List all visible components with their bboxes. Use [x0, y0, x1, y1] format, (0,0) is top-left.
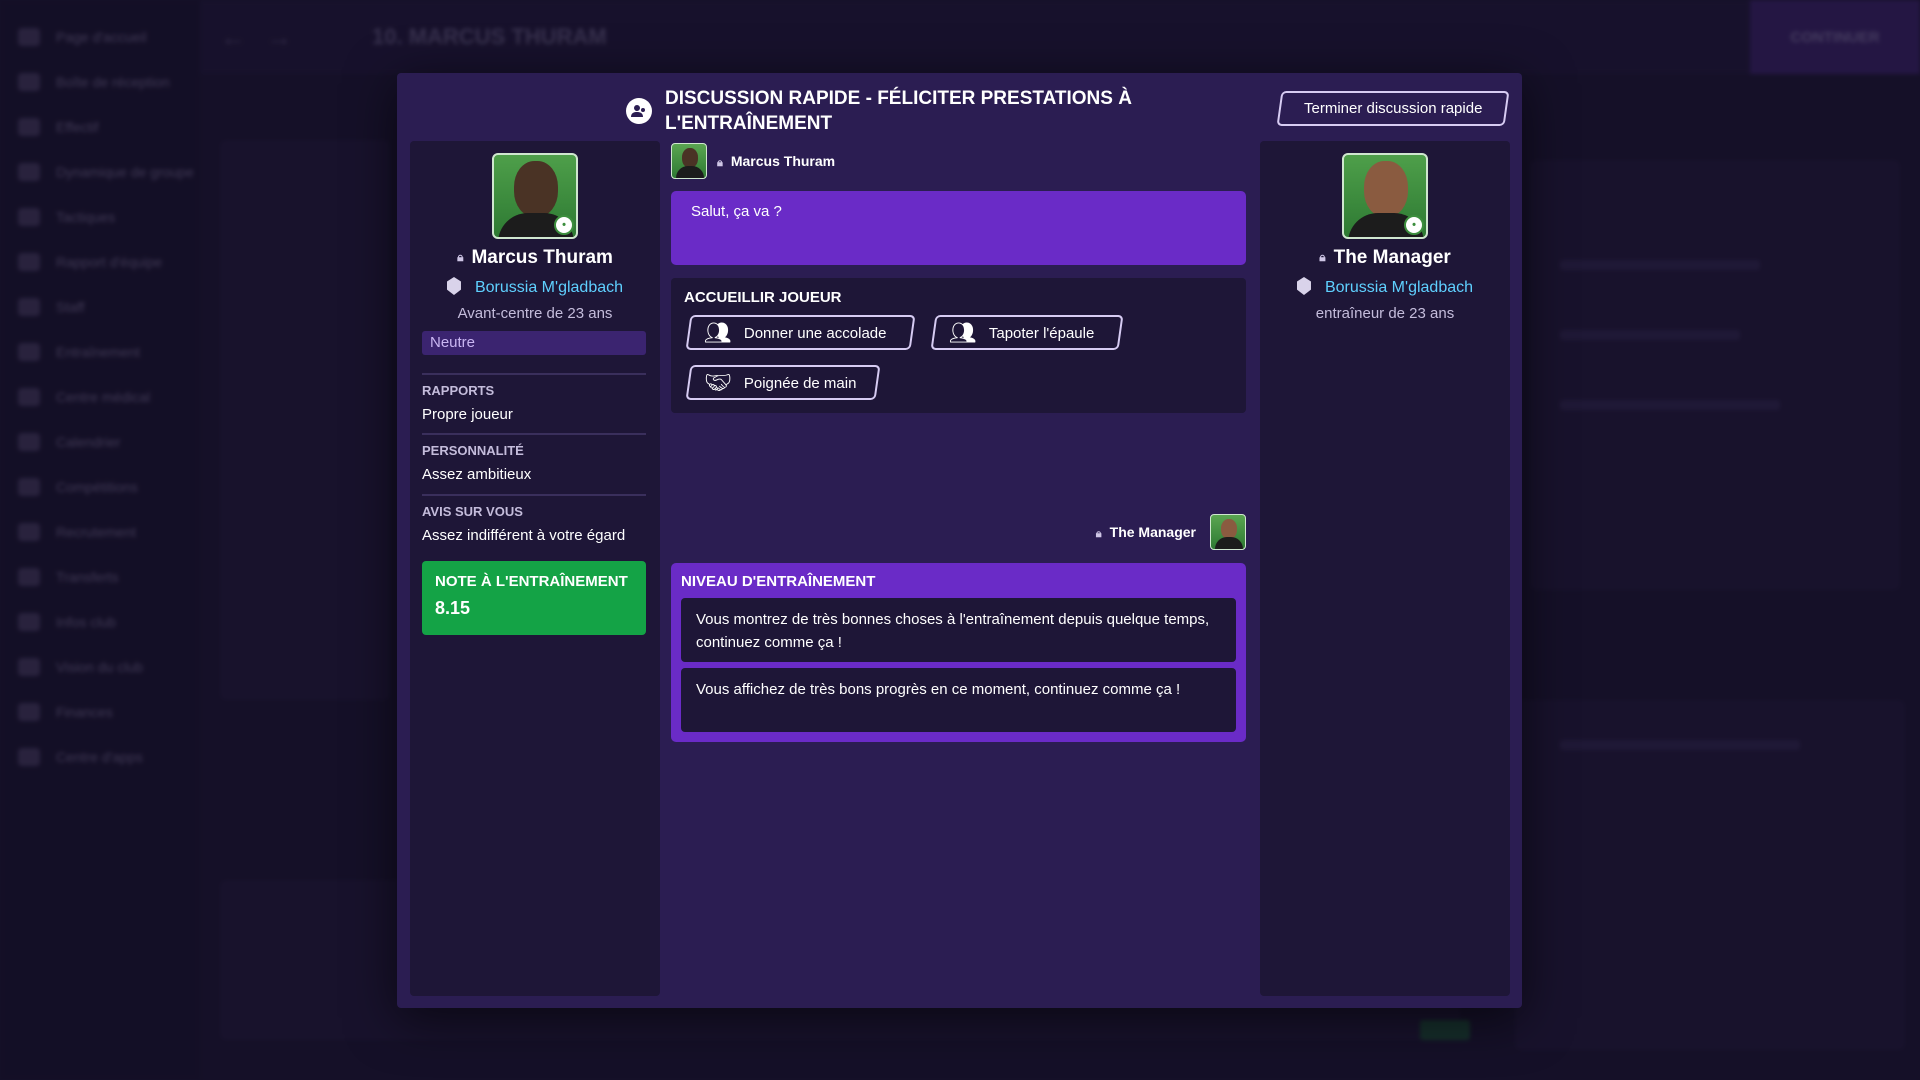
mini-head	[682, 148, 698, 168]
training-rating-label: Note à l'entraînement	[435, 573, 628, 590]
club-crest-icon	[1296, 277, 1311, 295]
player-name-text: Marcus Thuram	[471, 247, 613, 268]
reply-option-2[interactable]: Vous affichez de très bons progrès en ce…	[681, 668, 1236, 732]
option-handshake-inner: 🤝︎ Poignée de main	[690, 369, 876, 395]
lock-icon: 🔒︎	[457, 250, 464, 264]
player-message-header: 🔒︎ Marcus Thuram	[671, 143, 835, 179]
player-club-text: Borussia M'gladbach	[474, 279, 624, 296]
opinion-value: Assez indifférent à votre égard	[422, 527, 626, 544]
option-pat-shoulder-button[interactable]: 👥︎ Tapoter l'épaule	[930, 315, 1124, 350]
options-label: Accueillir joueur	[684, 289, 842, 306]
handshake-icon: 🤝︎	[704, 369, 732, 395]
end-quick-chat-button[interactable]: Terminer discussion rapide	[1276, 91, 1510, 126]
mini-body	[1215, 537, 1243, 549]
modal-header: Discussion rapide - Féliciter prestation…	[397, 73, 1522, 141]
portrait-head	[514, 161, 558, 217]
hug-icon: 👥︎	[704, 319, 732, 345]
pat-shoulder-icon: 👥︎	[949, 319, 977, 345]
training-rating-value: 8.15	[435, 598, 471, 618]
manager-card: • 🔒︎ The Manager Borussia M'gladbach entr…	[1260, 141, 1510, 996]
lock-icon: 🔒︎	[717, 156, 723, 169]
modal-title: Discussion rapide - Féliciter prestation…	[665, 88, 1132, 134]
message-sender-name: Marcus Thuram	[730, 152, 836, 169]
player-name[interactable]: 🔒︎ Marcus Thuram	[410, 247, 660, 269]
option-handshake-button[interactable]: 🤝︎ Poignée de main	[685, 365, 881, 400]
conversation-icon	[626, 98, 652, 124]
option-pat-inner: 👥︎ Tapoter l'épaule	[935, 319, 1119, 345]
player-mini-portrait	[671, 143, 707, 179]
opinion-section: AVIS SUR VOUS Assez indifférent à votre …	[422, 494, 646, 544]
lock-icon: 🔒︎	[1095, 527, 1102, 540]
end-quick-chat-label: Terminer discussion rapide	[1303, 100, 1483, 117]
mini-head	[1221, 519, 1237, 539]
player-status-icon: •	[554, 215, 574, 235]
reply-options-label: Niveau d'entraînement	[681, 573, 876, 590]
reply-option-1[interactable]: Vous montrez de très bonnes choses à l'e…	[681, 598, 1236, 662]
option-hug-label: Donner une accolade	[743, 324, 887, 341]
player-role: Avant-centre de 23 ans	[457, 305, 613, 322]
manager-club-text: Borussia M'gladbach	[1324, 279, 1474, 296]
training-rating-box: Note à l'entraînement 8.15	[422, 561, 646, 635]
option-hug-button[interactable]: 👥︎ Donner une accolade	[685, 315, 916, 350]
player-club-link[interactable]: Borussia M'gladbach	[410, 277, 660, 297]
manager-status-icon: •	[1404, 215, 1424, 235]
portrait-head	[1364, 161, 1408, 217]
reports-section: RAPPORTS Propre joueur	[422, 373, 646, 423]
option-pat-label: Tapoter l'épaule	[988, 324, 1095, 341]
player-card: • 🔒︎ Marcus Thuram Borussia M'gladbach Av…	[410, 141, 660, 996]
lock-icon: 🔒︎	[1319, 250, 1326, 264]
personality-section: PERSONNALITÉ Assez ambitieux	[422, 433, 646, 483]
personality-value: Assez ambitieux	[422, 466, 532, 483]
manager-name-text: The Manager	[1333, 247, 1451, 268]
quick-chat-modal: Discussion rapide - Féliciter prestation…	[397, 73, 1522, 1008]
player-portrait: •	[492, 153, 578, 239]
response-options: Accueillir joueur 👥︎ Donner une accolade …	[671, 278, 1246, 413]
manager-role: entraîneur de 23 ans	[1315, 305, 1455, 322]
manager-mini-portrait	[1210, 514, 1246, 550]
message-sender: 🔒︎ Marcus Thuram	[717, 153, 835, 170]
personality-label: PERSONNALITÉ	[422, 443, 524, 458]
reports-value: Propre joueur	[422, 406, 513, 423]
mini-body	[676, 166, 704, 178]
option-hug-inner: 👥︎ Donner une accolade	[690, 319, 911, 345]
manager-club-link[interactable]: Borussia M'gladbach	[1260, 277, 1510, 297]
reply-options-box: Niveau d'entraînement Vous montrez de tr…	[671, 563, 1246, 742]
manager-portrait: •	[1342, 153, 1428, 239]
manager-name[interactable]: 🔒︎ The Manager	[1260, 247, 1510, 269]
opinion-label: AVIS SUR VOUS	[422, 504, 523, 519]
option-handshake-label: Poignée de main	[743, 374, 857, 391]
manager-reply-header: 🔒︎ The Manager	[1096, 514, 1246, 550]
club-crest-icon	[446, 277, 461, 295]
reply-sender-name: The Manager	[1109, 523, 1196, 540]
player-mood: Neutre	[422, 331, 646, 355]
player-message-bubble: Salut, ça va ?	[671, 191, 1246, 265]
reports-label: RAPPORTS	[422, 383, 495, 398]
reply-sender: 🔒︎ The Manager	[1096, 524, 1196, 541]
